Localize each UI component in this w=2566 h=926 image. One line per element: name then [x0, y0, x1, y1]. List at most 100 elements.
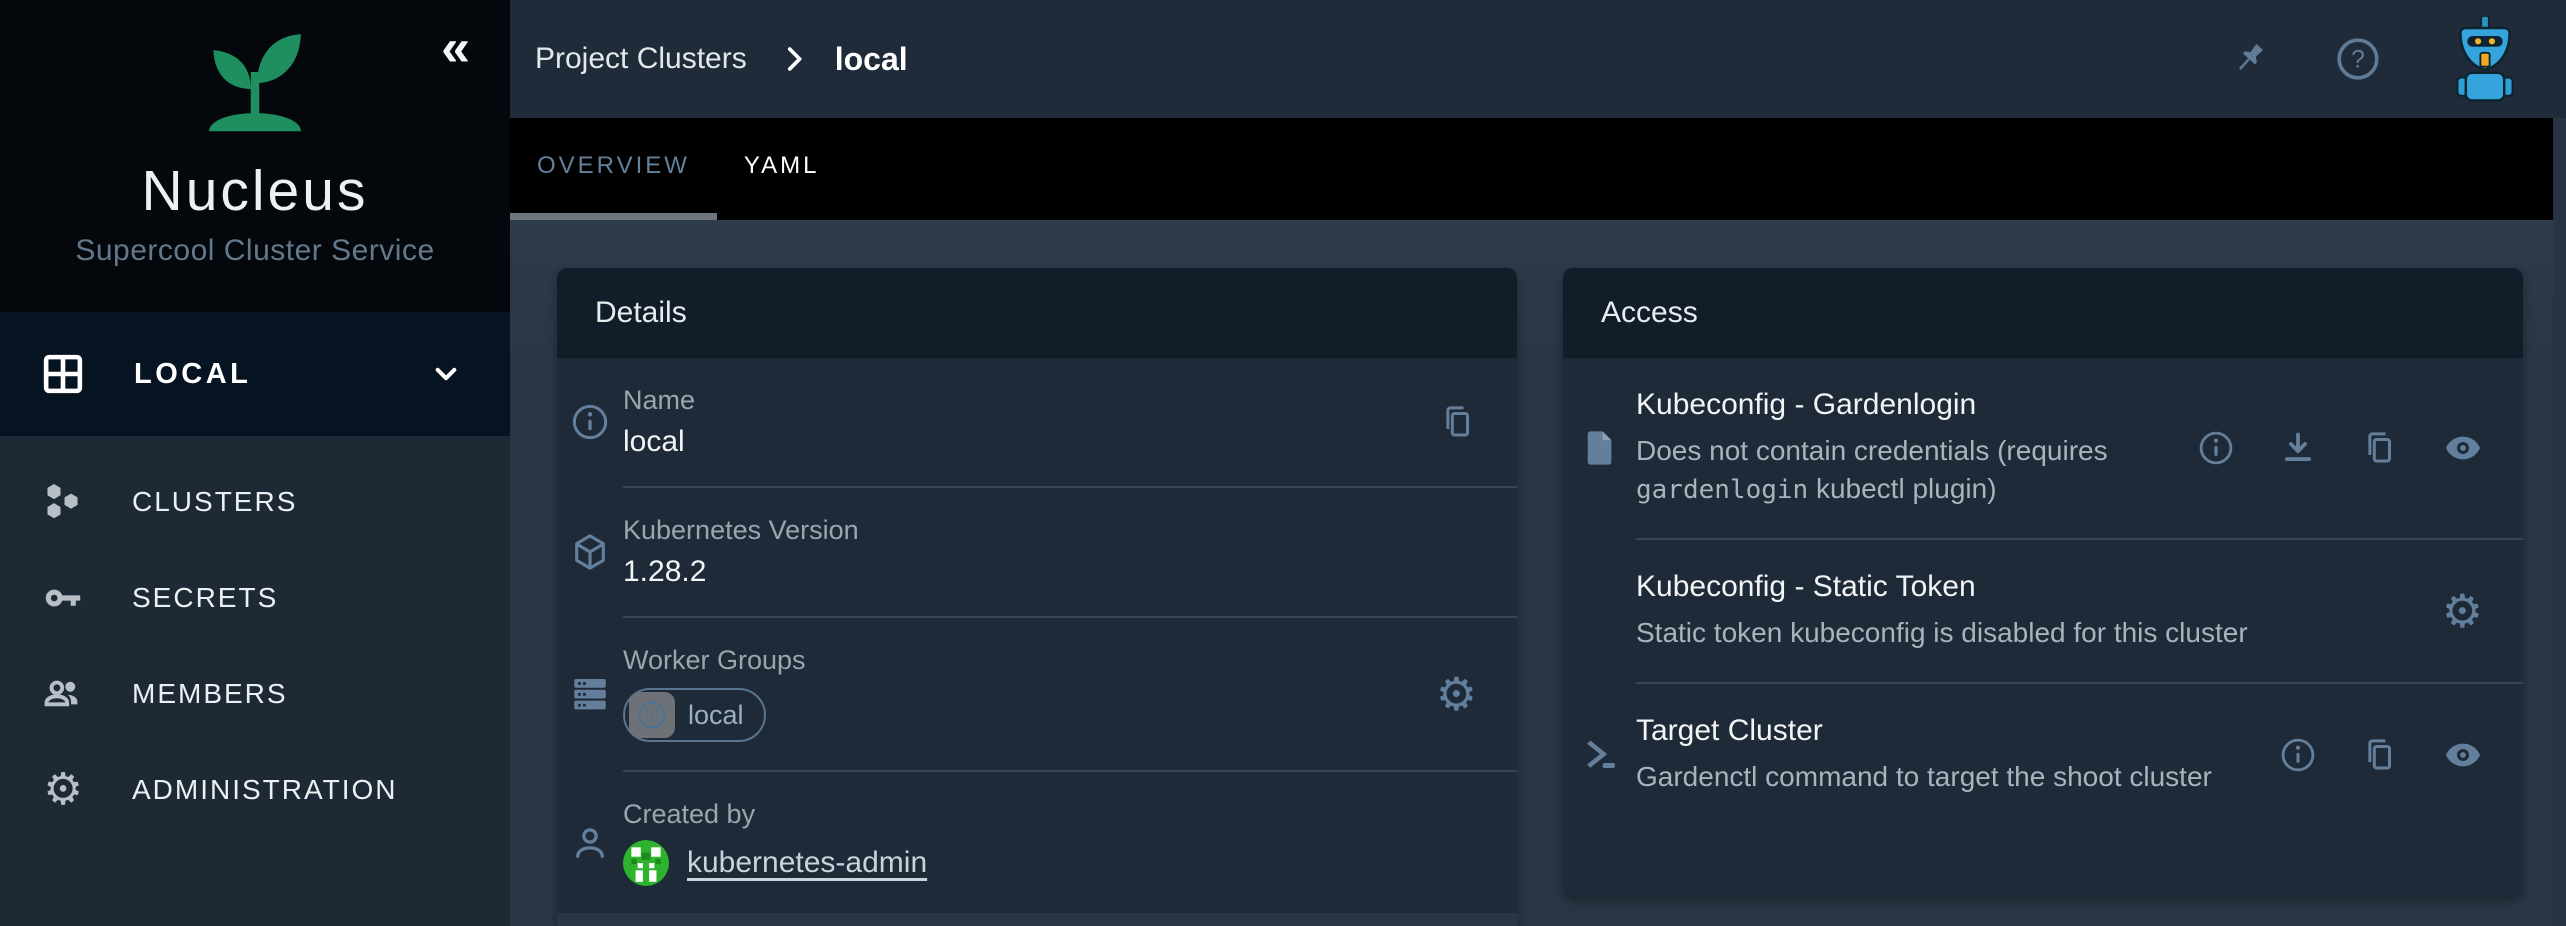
- svg-text:?: ?: [2351, 45, 2365, 73]
- help-icon: ?: [2334, 35, 2382, 83]
- gear-icon: ⚙: [43, 768, 82, 812]
- access-row-gardenlogin: Kubeconfig - Gardenlogin Does not contai…: [1563, 358, 2523, 538]
- access-row-target-cluster: Target Cluster Gardenctl command to targ…: [1563, 684, 2523, 826]
- members-icon: [40, 671, 86, 717]
- project-label: LOCAL: [134, 358, 426, 391]
- content-region: OVERVIEW YAML Details: [510, 118, 2566, 926]
- show-button[interactable]: [2443, 428, 2483, 468]
- breadcrumb-parent[interactable]: Project Clusters: [535, 42, 747, 76]
- breadcrumb-current: local: [835, 41, 908, 78]
- sidebar-item-administration[interactable]: ⚙ ADMINISTRATION: [0, 742, 510, 838]
- project-selector[interactable]: LOCAL: [0, 312, 510, 436]
- person-icon: [569, 822, 611, 864]
- details-row-name: Name local: [557, 358, 1517, 486]
- seedling-logo-icon: [187, 16, 323, 144]
- topbar: Project Clusters local: [510, 0, 2566, 118]
- field-label: Kubernetes Version: [623, 515, 1477, 546]
- copy-icon: [2361, 429, 2399, 467]
- sidebar-item-clusters[interactable]: CLUSTERS: [0, 454, 510, 550]
- sidebar: « Nucleus Supercool Cluster Service LOCA…: [0, 0, 510, 926]
- info-icon: [2279, 736, 2317, 774]
- scrollbar-gutter[interactable]: [2553, 118, 2566, 926]
- details-row-workers: Worker Groups: [557, 618, 1517, 770]
- created-by-link[interactable]: kubernetes-admin: [687, 846, 927, 880]
- scroll-area: OVERVIEW YAML Details: [510, 118, 2553, 926]
- card-title: Access: [1601, 296, 1698, 330]
- details-row-created-by: Created by: [557, 772, 1517, 913]
- robot-avatar-icon: [2446, 16, 2524, 102]
- user-avatar[interactable]: [2446, 16, 2524, 102]
- pin-button[interactable]: [2228, 38, 2270, 80]
- access-card-header: Access: [1563, 268, 2523, 358]
- file-icon: [1579, 424, 1621, 472]
- download-icon: [2279, 429, 2317, 467]
- info-icon: [2197, 429, 2235, 467]
- details-card-header: Details: [557, 268, 1517, 358]
- grid-icon: [40, 351, 86, 397]
- access-row-title: Kubeconfig - Static Token: [1636, 570, 2424, 604]
- main-column: Project Clusters local: [510, 0, 2566, 926]
- logo-area: « Nucleus Supercool Cluster Service: [0, 0, 510, 312]
- tabbar: OVERVIEW YAML: [510, 118, 2553, 220]
- field-value: local: [623, 425, 1421, 459]
- sidebar-item-secrets[interactable]: SECRETS: [0, 550, 510, 646]
- details-card: Details Name l: [557, 268, 1517, 926]
- access-card: Access Kubeconfig - Gardenlogin D: [1563, 268, 2523, 897]
- eye-icon: [2443, 428, 2483, 468]
- gear-icon: ⚙: [1436, 671, 1477, 717]
- eye-icon: [2443, 735, 2483, 775]
- tab-yaml[interactable]: YAML: [717, 118, 847, 220]
- access-row-actions: [2279, 735, 2483, 775]
- access-row-description: Gardenctl command to target the shoot cl…: [1636, 758, 2261, 796]
- pin-icon: [2228, 38, 2270, 80]
- info-icon: [570, 402, 610, 442]
- sidebar-collapse-button[interactable]: «: [441, 22, 470, 74]
- info-button[interactable]: [2279, 736, 2317, 774]
- field-label: Name: [623, 385, 1421, 416]
- copy-icon: [1439, 403, 1477, 441]
- access-row-title: Kubeconfig - Gardenlogin: [1636, 388, 2179, 422]
- access-row-description: Does not contain credentials (requires g…: [1636, 432, 2179, 508]
- code-text: gardenlogin: [1636, 475, 1808, 505]
- access-row-description: Static token kubeconfig is disabled for …: [1636, 614, 2424, 652]
- download-button[interactable]: [2279, 429, 2317, 467]
- chevron-down-icon: [426, 354, 466, 394]
- worker-group-chip[interactable]: local: [623, 688, 766, 742]
- details-card-body: Name local: [557, 358, 1517, 913]
- access-row-static-token: Kubeconfig - Static Token Static token k…: [1563, 540, 2523, 682]
- access-row-title: Target Cluster: [1636, 714, 2261, 748]
- cube-icon: [569, 531, 611, 573]
- worker-group-icon: [629, 692, 675, 738]
- sidebar-item-label: SECRETS: [132, 582, 278, 614]
- info-button[interactable]: [2197, 429, 2235, 467]
- access-card-body: Kubeconfig - Gardenlogin Does not contai…: [1563, 358, 2523, 897]
- worker-settings-button[interactable]: ⚙: [1436, 671, 1477, 717]
- copy-button[interactable]: [2361, 429, 2399, 467]
- sidebar-item-label: CLUSTERS: [132, 486, 297, 518]
- static-token-settings-button[interactable]: ⚙: [2442, 588, 2483, 634]
- identicon-avatar: [623, 840, 669, 886]
- brand-name: Nucleus: [142, 158, 369, 224]
- worker-group-chip-label: local: [688, 700, 744, 731]
- details-row-version: Kubernetes Version 1.28.2: [557, 488, 1517, 616]
- breadcrumb-chevron-icon: [777, 42, 811, 76]
- terminal-icon: [1579, 734, 1621, 776]
- sidebar-nav: CLUSTERS SECRETS MEMBERS ⚙: [0, 436, 510, 838]
- app-root: « Nucleus Supercool Cluster Service LOCA…: [0, 0, 2566, 926]
- sidebar-item-members[interactable]: MEMBERS: [0, 646, 510, 742]
- sidebar-item-label: MEMBERS: [132, 678, 288, 710]
- field-label: Worker Groups: [623, 645, 1418, 676]
- help-button[interactable]: ?: [2334, 35, 2382, 83]
- copy-icon: [2361, 736, 2399, 774]
- topbar-actions: ?: [2228, 16, 2524, 102]
- tab-overview[interactable]: OVERVIEW: [510, 118, 717, 220]
- server-stack-icon: [569, 673, 611, 715]
- access-row-actions: ⚙: [2442, 588, 2483, 634]
- show-button[interactable]: [2443, 735, 2483, 775]
- copy-button[interactable]: [2361, 736, 2399, 774]
- key-icon: [41, 576, 85, 620]
- page-content: Details Name l: [510, 220, 2553, 926]
- copy-name-button[interactable]: [1439, 403, 1477, 441]
- brand-tagline: Supercool Cluster Service: [75, 234, 434, 268]
- clusters-icon: [40, 479, 86, 525]
